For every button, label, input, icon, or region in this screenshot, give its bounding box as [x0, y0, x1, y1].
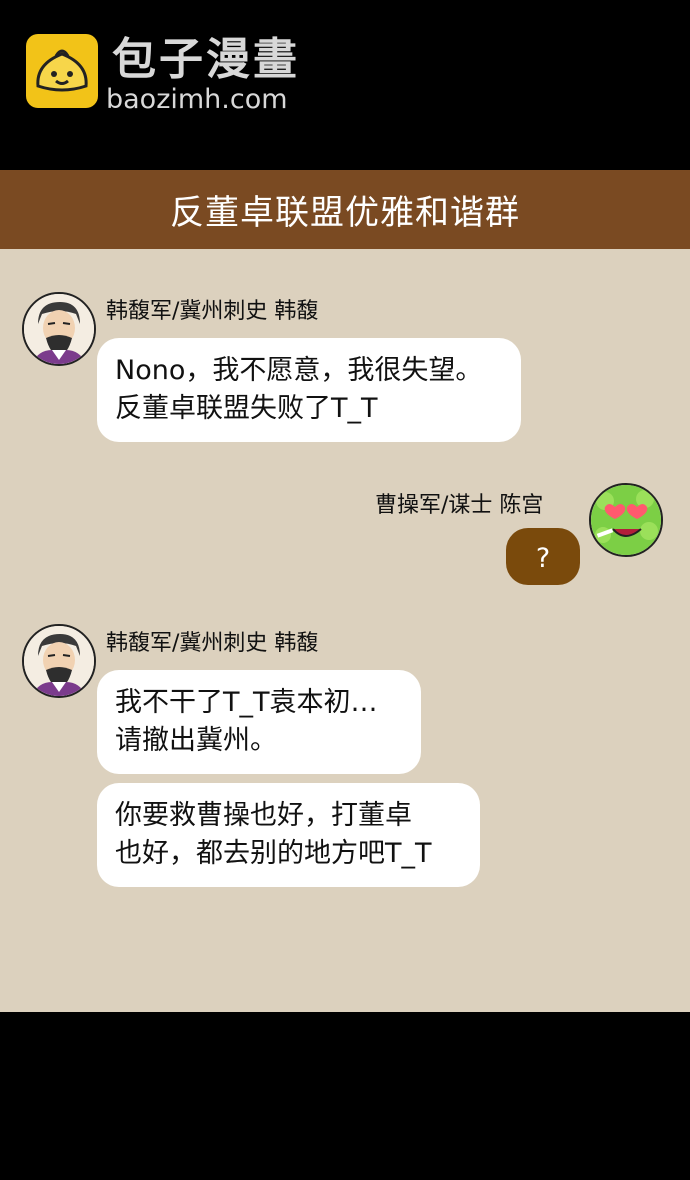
- own-message-bubble[interactable]: ?: [506, 528, 580, 585]
- message-text-line: 反董卓联盟失败了T_T: [115, 393, 378, 424]
- avatar-han-fu[interactable]: [22, 624, 96, 698]
- message-text-line: 你要救曹操也好，打董卓: [115, 800, 412, 831]
- bun-logo-icon: [26, 34, 98, 108]
- message-bubble[interactable]: 你要救曹操也好，打董卓 也好，都去别的地方吧T_T: [97, 783, 480, 887]
- heart-eyes-face-icon: [591, 485, 661, 555]
- message-text-line: 也好，都去别的地方吧T_T: [115, 838, 432, 869]
- message-bubble[interactable]: Nono，我不愿意，我很失望。 反董卓联盟失败了T_T: [97, 338, 521, 442]
- watermark-url: baozimh.com: [106, 84, 288, 115]
- bearded-man-icon: [24, 294, 94, 364]
- sender-name: 韩馥军/冀州刺史 韩馥: [106, 299, 319, 324]
- message-text-line: 请撤出冀州。: [115, 725, 277, 756]
- message-bubble[interactable]: 我不干了T_T袁本初… 请撤出冀州。: [97, 670, 421, 774]
- sender-name: 韩馥军/冀州刺史 韩馥: [106, 631, 319, 656]
- sender-name: 曹操军/谋士 陈宫: [375, 493, 544, 518]
- chat-area[interactable]: 韩馥军/冀州刺史 韩馥 Nono，我不愿意，我很失望。 反董卓联盟失败了T_T …: [0, 249, 690, 1012]
- message-text-line: Nono，我不愿意，我很失望。: [115, 355, 483, 386]
- bearded-man-icon: [24, 626, 94, 696]
- avatar-han-fu[interactable]: [22, 292, 96, 366]
- message-text-line: 我不干了T_T袁本初…: [115, 687, 378, 718]
- group-title: 反董卓联盟优雅和谐群: [170, 193, 520, 233]
- watermark-title: 包子漫畫: [112, 34, 300, 85]
- message-text-line: ?: [535, 543, 551, 574]
- avatar-chen-gong[interactable]: [589, 483, 663, 557]
- group-title-bar: 反董卓联盟优雅和谐群: [0, 170, 690, 249]
